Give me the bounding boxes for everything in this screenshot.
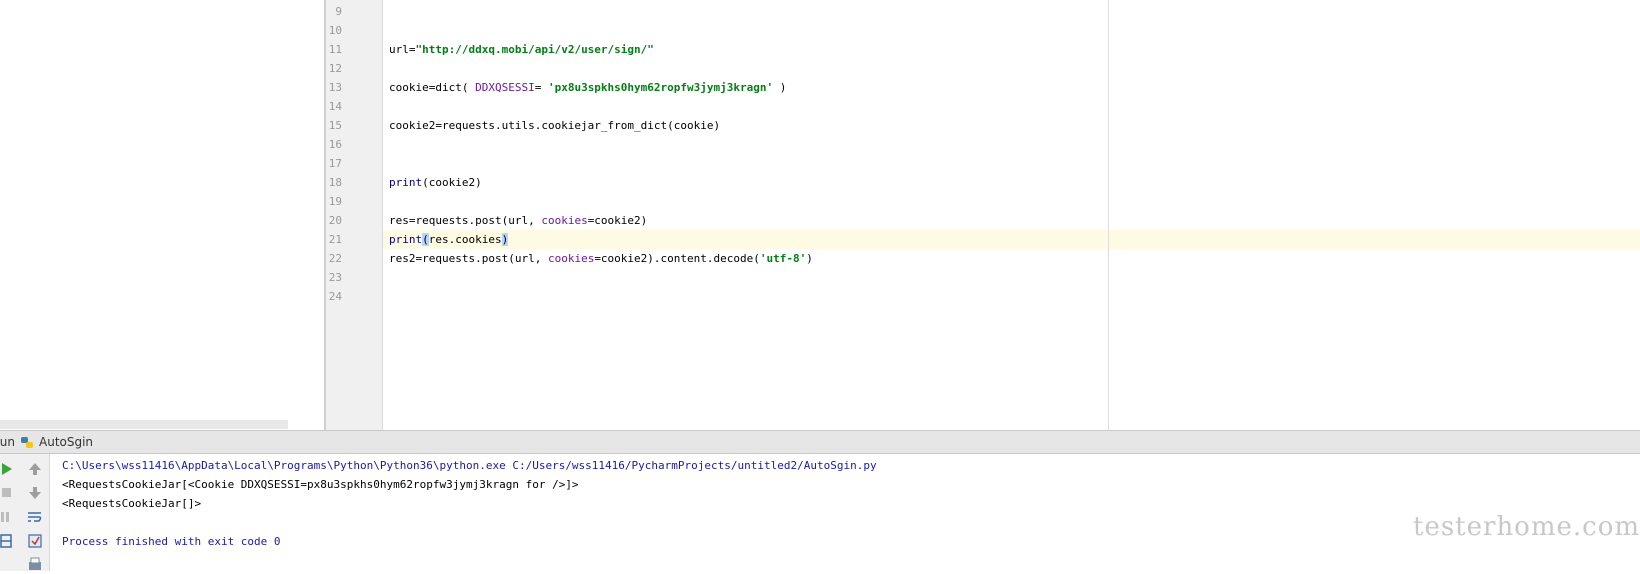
line-number-gutter: 9 10 11 12 13 14 15 16 17 18 19 20 21 22 23 24 xyxy=(326,0,383,430)
code-token: res=requests.post(url, xyxy=(389,214,542,227)
code-token: (cookie2) xyxy=(422,176,482,189)
code-token: ) xyxy=(773,81,787,94)
run-toolbar xyxy=(0,454,50,571)
print-icon[interactable] xyxy=(26,556,44,574)
code-line[interactable]: url="http://ddxq.mobi/api/v2/user/sign/" xyxy=(389,40,654,59)
soft-wrap-icon[interactable] xyxy=(26,508,44,526)
code-line[interactable]: print(res.cookies) xyxy=(389,230,509,249)
code-token: =cookie2).content.decode( xyxy=(594,252,760,265)
code-token: cookie2=requests.utils.cookiejar_from_di… xyxy=(389,119,721,132)
pin-icon[interactable] xyxy=(26,532,44,550)
python-icon xyxy=(21,437,33,448)
code-token: print xyxy=(389,233,423,246)
line-number: 10 xyxy=(328,24,342,37)
line-number: 15 xyxy=(328,119,342,132)
line-number: 18 xyxy=(328,176,342,189)
console-line: C:\Users\wss11416\AppData\Local\Programs… xyxy=(62,459,877,472)
code-line[interactable]: print(cookie2) xyxy=(389,173,482,192)
code-token: cookies xyxy=(541,214,588,227)
code-token: print xyxy=(389,176,423,189)
down-arrow-icon[interactable] xyxy=(26,484,44,502)
code-token: = xyxy=(534,81,548,94)
code-token: ) xyxy=(806,252,813,265)
project-tool-window xyxy=(0,0,325,430)
run-tool-window-header: Run AutoSgin xyxy=(0,430,1640,454)
right-margin-guide xyxy=(1108,0,1109,430)
code-line[interactable]: cookie=dict( DDXQSESSI= 'px8u3spkhs0hym6… xyxy=(389,78,786,97)
console-line: <RequestsCookieJar[<Cookie DDXQSESSI=px8… xyxy=(62,478,579,491)
current-line-highlight xyxy=(383,230,1640,249)
code-token: url= xyxy=(389,43,416,56)
code-token: ) xyxy=(501,233,509,246)
layout-icon[interactable] xyxy=(0,532,18,550)
console-line: Process finished with exit code 0 xyxy=(62,535,281,548)
line-number: 21 xyxy=(328,233,342,246)
code-token: cookies xyxy=(547,252,595,265)
code-token: res.cookies xyxy=(428,233,502,246)
run-tab-title[interactable]: Run xyxy=(0,435,15,449)
line-number: 13 xyxy=(328,81,342,94)
code-line[interactable]: cookie2=requests.utils.cookiejar_from_di… xyxy=(389,116,720,135)
horizontal-scrollbar[interactable] xyxy=(0,420,288,429)
code-line[interactable]: res=requests.post(url, cookies=cookie2) xyxy=(389,211,647,230)
line-number: 16 xyxy=(328,138,342,151)
line-number: 14 xyxy=(328,100,342,113)
line-number: 20 xyxy=(328,214,342,227)
code-token: res2=requests.post(url, xyxy=(389,252,548,265)
console-line: <RequestsCookieJar[]> xyxy=(62,497,202,510)
up-arrow-icon[interactable] xyxy=(26,460,44,478)
watermark: testerhome.com xyxy=(1413,512,1640,542)
code-token: 'px8u3spkhs0hym62ropfw3jymj3kragn' xyxy=(547,81,774,94)
code-token: DDXQSESSI xyxy=(475,81,535,94)
line-number: 22 xyxy=(328,252,342,265)
code-token: cookie=dict( xyxy=(389,81,476,94)
line-number: 24 xyxy=(328,290,342,303)
stop-icon[interactable] xyxy=(0,484,18,502)
line-number: 23 xyxy=(328,271,342,284)
line-number: 12 xyxy=(328,62,342,75)
code-editor[interactable]: url="http://ddxq.mobi/api/v2/user/sign/"… xyxy=(383,0,1640,430)
run-configuration-name[interactable]: AutoSgin xyxy=(39,435,93,449)
line-number: 11 xyxy=(328,43,342,56)
code-line[interactable]: res2=requests.post(url, cookies=cookie2)… xyxy=(389,249,813,268)
pause-icon[interactable] xyxy=(0,508,18,526)
code-token: ( xyxy=(422,233,429,246)
line-number: 17 xyxy=(328,157,342,170)
run-console[interactable]: C:\Users\wss11416\AppData\Local\Programs… xyxy=(50,454,1640,571)
code-token: =cookie2) xyxy=(587,214,648,227)
line-number: 9 xyxy=(335,5,342,18)
code-token: "http://ddxq.mobi/api/v2/user/sign/" xyxy=(415,43,654,56)
run-icon[interactable] xyxy=(0,460,18,478)
line-number: 19 xyxy=(328,195,342,208)
code-token: 'utf-8' xyxy=(759,252,807,265)
